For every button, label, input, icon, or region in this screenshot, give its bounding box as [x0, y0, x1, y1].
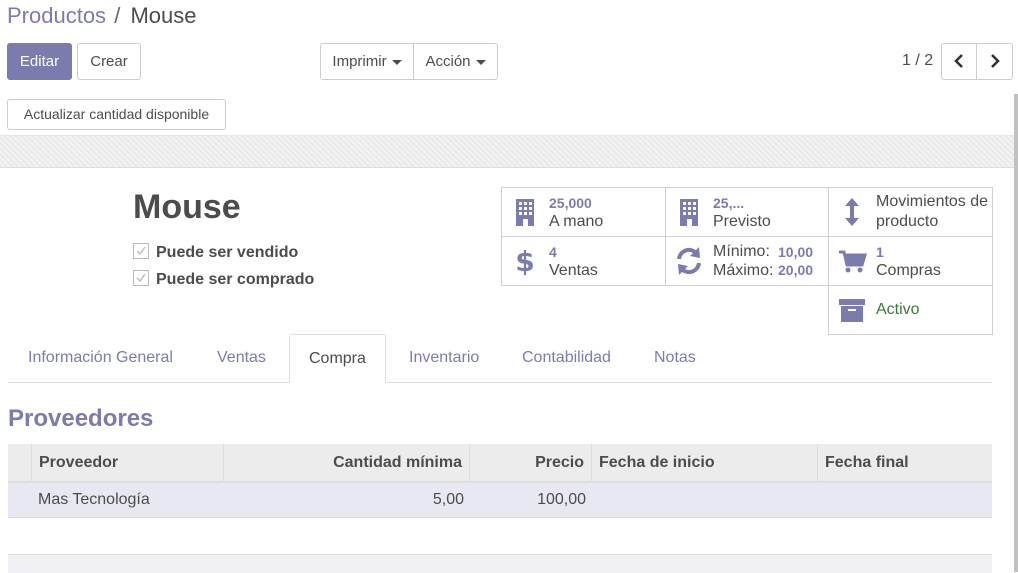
forecast-button[interactable]: 25,... Previsto — [665, 187, 829, 237]
dollar-icon: $ — [515, 246, 534, 276]
action-label: Acción — [425, 53, 471, 70]
tab-purchase[interactable]: Compra — [289, 334, 386, 383]
product-moves-label-line1: Movimientos de — [876, 193, 989, 210]
purchases-label: Compras — [876, 262, 941, 279]
caret-down-icon — [391, 59, 402, 65]
breadcrumb-link-products[interactable]: Productos — [7, 3, 106, 28]
pager-previous-button[interactable] — [941, 43, 977, 80]
purchases-button[interactable]: 1 Compras — [828, 236, 993, 286]
archive-toggle-button[interactable]: Activo — [828, 285, 993, 335]
cell-vendor: Mas Tecnología — [38, 491, 150, 508]
pager-next-button[interactable] — [976, 43, 1013, 80]
shopping-cart-icon — [839, 250, 867, 273]
max-value: 20,00 — [778, 262, 814, 278]
print-dropdown[interactable]: Imprimir — [320, 43, 414, 80]
caret-down-icon — [475, 59, 486, 65]
column-header-date-end[interactable]: Fecha final — [817, 444, 992, 481]
table-row[interactable]: Mas Tecnología 5,00 100,00 — [8, 483, 992, 518]
tab-notes[interactable]: Notas — [654, 334, 696, 382]
can-be-purchased-checkbox[interactable] — [133, 270, 149, 286]
cell-price: 100,00 — [537, 491, 586, 508]
purchases-value: 1 — [876, 244, 884, 260]
sales-button[interactable]: $ 4 Ventas — [501, 236, 666, 286]
svg-text:$: $ — [515, 246, 534, 276]
active-label: Activo — [876, 301, 920, 318]
on-hand-label: A mano — [549, 213, 604, 230]
reordering-rules-button[interactable]: Mínimo: 10,00 Máximo: 20,00 — [665, 236, 829, 286]
building-icon — [680, 199, 698, 226]
sales-label: Ventas — [549, 262, 598, 279]
product-name[interactable]: Mouse — [133, 188, 241, 227]
tabs-baseline — [8, 382, 992, 383]
can-be-sold-checkbox[interactable] — [133, 243, 149, 259]
column-header-vendor[interactable]: Proveedor — [31, 444, 223, 481]
tab-sales[interactable]: Ventas — [217, 334, 266, 382]
column-header-min-qty[interactable]: Cantidad mínima — [223, 444, 469, 481]
can-be-sold-label: Puede ser vendido — [156, 244, 299, 261]
tab-accounting[interactable]: Contabilidad — [522, 334, 611, 382]
breadcrumb-separator: / — [114, 3, 121, 28]
update-quantity-button[interactable]: Actualizar cantidad disponible — [7, 99, 226, 130]
forecast-value: 25,... — [713, 195, 745, 211]
product-moves-label-line2: producto — [876, 213, 939, 230]
chevron-right-icon — [990, 54, 1000, 68]
cell-date-start — [591, 483, 817, 517]
breadcrumb: Productos / Mouse — [7, 3, 196, 29]
vendors-section-title: Proveedores — [8, 405, 154, 432]
chevron-left-icon — [954, 54, 963, 68]
check-icon — [136, 246, 146, 256]
breadcrumb-current: Mouse — [130, 3, 197, 28]
can-be-sold-row: Puede ser vendido — [133, 243, 298, 262]
form-background-strip — [0, 135, 1014, 168]
on-hand-value: 25,000 — [549, 195, 592, 211]
can-be-purchased-row: Puede ser comprado — [133, 270, 314, 289]
vertical-arrows-icon — [845, 198, 859, 226]
action-dropdown[interactable]: Acción — [413, 43, 498, 80]
pager-value[interactable]: 1 / 2 — [902, 52, 933, 70]
max-label: Máximo: — [713, 262, 774, 279]
scrollbar[interactable] — [1014, 94, 1018, 572]
building-icon — [516, 199, 534, 226]
table-footer — [8, 554, 992, 573]
create-button[interactable]: Crear — [77, 43, 141, 80]
form-statusbar: Actualizar cantidad disponible — [0, 94, 1014, 135]
min-value: 10,00 — [778, 244, 814, 260]
print-label: Imprimir — [332, 53, 387, 70]
check-icon — [136, 273, 146, 283]
tab-general-information[interactable]: Información General — [28, 334, 173, 382]
column-header-date-start[interactable]: Fecha de inicio — [591, 444, 817, 481]
handle-column-header — [8, 444, 31, 481]
refresh-icon — [677, 247, 701, 275]
on-hand-button[interactable]: 25,000 A mano — [501, 187, 666, 237]
control-panel: Productos / Mouse Editar Crear Imprimir … — [0, 0, 1018, 95]
edit-button[interactable]: Editar — [7, 43, 72, 80]
cell-min-qty: 5,00 — [432, 491, 464, 508]
product-moves-button[interactable]: Movimientos de producto — [828, 187, 993, 237]
min-label: Mínimo: — [713, 243, 770, 260]
sales-value: 4 — [549, 244, 557, 260]
cell-date-end — [817, 483, 992, 517]
column-header-price[interactable]: Precio — [469, 444, 591, 481]
tab-inventory[interactable]: Inventario — [409, 334, 479, 382]
table-header: Proveedor Cantidad mínima Precio Fecha d… — [8, 444, 992, 483]
archive-icon — [839, 299, 865, 322]
forecast-label: Previsto — [713, 213, 771, 230]
can-be-purchased-label: Puede ser comprado — [156, 271, 315, 288]
